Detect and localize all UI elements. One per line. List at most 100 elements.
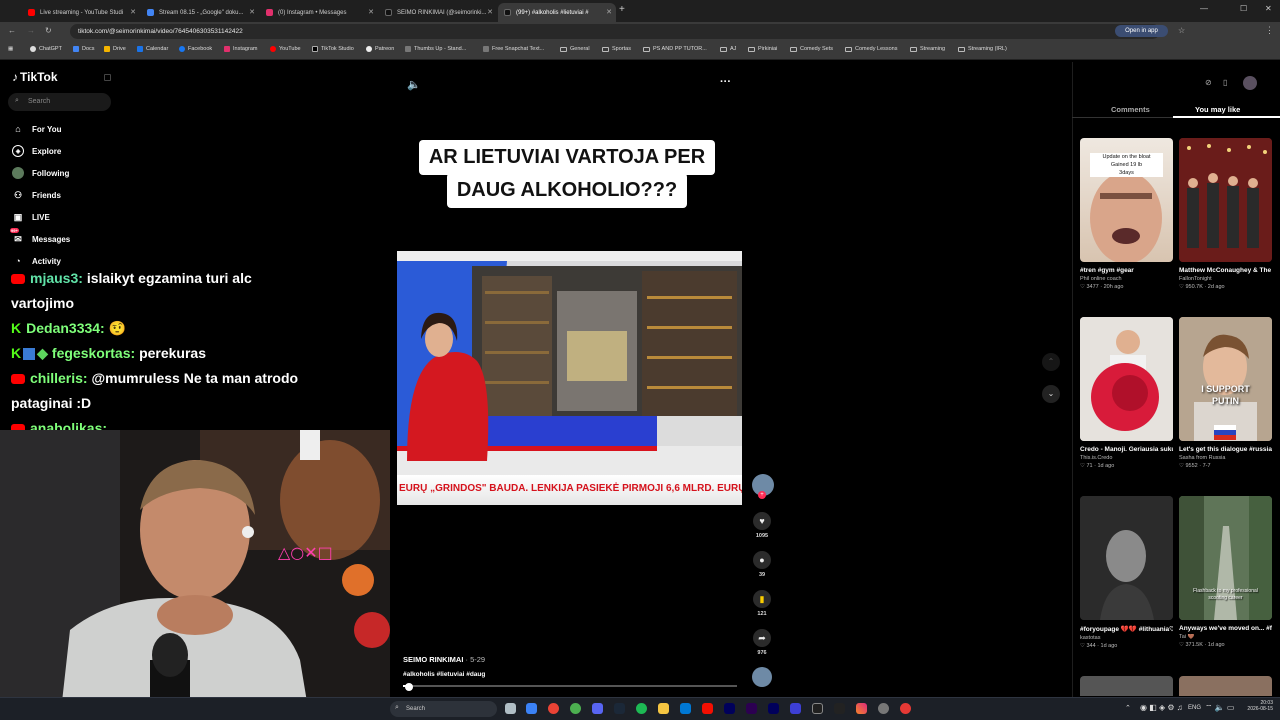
- store-icon[interactable]: [680, 703, 691, 714]
- menu-dots-icon[interactable]: ⋮: [1265, 25, 1274, 36]
- network-volume-icons[interactable]: ⌔ 🔈 ▭: [1205, 703, 1235, 713]
- close-tab-icon[interactable]: ✕: [368, 8, 374, 16]
- tray-chevron-icon[interactable]: ⌃: [1125, 704, 1131, 712]
- like-button[interactable]: ♥ 1095: [752, 512, 772, 539]
- bookmark-calendar[interactable]: Calendar: [137, 46, 168, 52]
- nav-explore[interactable]: ◈ Explore: [12, 145, 61, 157]
- nav-live[interactable]: ▣ LIVE: [12, 211, 50, 223]
- back-icon[interactable]: ←: [8, 26, 16, 35]
- language-indicator[interactable]: ENG: [1188, 705, 1201, 711]
- bookmark-folder-general[interactable]: General: [560, 46, 590, 52]
- bookmark-folder-comedy-lessons[interactable]: Comedy Lessons: [845, 46, 898, 52]
- video-card[interactable]: I SUPPORT PUTIN Let's get this dialogue …: [1179, 317, 1272, 469]
- comment-button[interactable]: ● 39: [752, 551, 772, 578]
- nav-friends[interactable]: ⚇ Friends: [12, 189, 61, 201]
- browser-tab-active-video[interactable]: (99+) #alkoholis #lietuviai # ✕: [498, 3, 616, 22]
- after-effects-icon[interactable]: [724, 703, 735, 714]
- browser-tab-youtube-studio[interactable]: Live streaming - YouTube Studi ✕: [22, 3, 140, 22]
- open-in-app-button[interactable]: Open in app: [1115, 25, 1168, 37]
- search-input[interactable]: ⌕ Search: [8, 93, 111, 111]
- follow-plus-icon[interactable]: +: [758, 491, 766, 499]
- tab-comments[interactable]: Comments: [1111, 105, 1150, 114]
- bookmark-patreon[interactable]: Patreon: [366, 46, 394, 52]
- close-tab-icon[interactable]: ✕: [487, 8, 493, 16]
- bookmark-facebook[interactable]: Facebook: [179, 46, 212, 52]
- nav-messages[interactable]: ✉ 99+ Messages: [10, 228, 70, 245]
- apps-icon[interactable]: ▦: [8, 46, 13, 52]
- steam-icon[interactable]: [614, 703, 625, 714]
- bookmark-folder-sportas[interactable]: Sportas: [602, 46, 631, 52]
- progress-handle[interactable]: [405, 683, 413, 691]
- capcut-icon[interactable]: [834, 703, 845, 714]
- maximize-icon[interactable]: ☐: [1240, 4, 1247, 13]
- nav-activity[interactable]: ◔ Activity: [12, 255, 61, 267]
- bookmark-folder-aj[interactable]: AJ: [720, 46, 736, 52]
- bookmark-tiktok-studio[interactable]: TikTok Studio: [312, 46, 354, 52]
- phone-icon[interactable]: ▯: [1223, 78, 1227, 87]
- bookmark-drive[interactable]: Drive: [104, 46, 126, 52]
- video-hashtags[interactable]: #alkoholis #lietuviai #daug: [403, 671, 485, 678]
- tiktok-logo[interactable]: ♪ TikTok: [12, 70, 58, 84]
- video-card[interactable]: Flashback to my professional scooting ca…: [1179, 496, 1272, 648]
- forward-icon[interactable]: →: [27, 26, 35, 35]
- video-card[interactable]: Matthew McConaughey & The Last Bison... …: [1179, 138, 1272, 290]
- bookmark-thumbs-up[interactable]: Thumbs Up - Stand...: [405, 46, 466, 52]
- premiere-icon[interactable]: [768, 703, 779, 714]
- bookmark-folder-comedy-sets[interactable]: Comedy Sets: [790, 46, 833, 52]
- next-video-icon[interactable]: ⌄: [1042, 385, 1060, 403]
- save-button[interactable]: ▮ 121: [752, 590, 772, 617]
- bookmark-free-snapchat[interactable]: Free Snapchat Text...: [483, 46, 544, 52]
- nav-for-you[interactable]: ⌂ For You: [12, 123, 61, 135]
- discord-icon[interactable]: [592, 703, 603, 714]
- video-thumbnail[interactable]: [1179, 676, 1272, 696]
- edge-icon[interactable]: [570, 703, 581, 714]
- browser-tab-seimo-rinkimai[interactable]: SEIMO RINKIMAI (@seimorinki... ✕: [379, 3, 497, 22]
- task-view-icon[interactable]: [505, 703, 516, 714]
- url-input[interactable]: tiktok.com/@seimorinkimai/video/76454063…: [70, 24, 1160, 39]
- collapse-sidebar-icon[interactable]: [104, 74, 111, 81]
- close-tab-icon[interactable]: ✕: [130, 8, 136, 16]
- volume-icon[interactable]: 🔈: [407, 78, 421, 91]
- record-icon[interactable]: [900, 703, 911, 714]
- nav-following[interactable]: Following: [12, 167, 69, 179]
- clock[interactable]: 20:03 2026-08-15: [1243, 700, 1273, 712]
- bookmark-star-icon[interactable]: ☆: [1178, 26, 1185, 35]
- tab-you-may-like[interactable]: You may like: [1195, 105, 1240, 114]
- sound-disc-button[interactable]: [752, 667, 772, 687]
- app-icon[interactable]: [878, 703, 889, 714]
- acrobat-icon[interactable]: [702, 703, 713, 714]
- bookmark-docs[interactable]: Docs: [73, 46, 95, 52]
- video-card[interactable]: #foryoupage 💔💔 #lithuania♡ #whydotas kas…: [1080, 496, 1173, 649]
- spotify-icon[interactable]: [636, 703, 647, 714]
- browser-tab-google-docs[interactable]: Stream 08.15 - „Google" doku... ✕: [141, 3, 259, 22]
- browser-tab-instagram[interactable]: (0) Instagram • Messages ✕: [260, 3, 378, 22]
- bookmark-folder-streaming[interactable]: Streaming: [910, 46, 945, 52]
- copilot-icon[interactable]: [526, 703, 537, 714]
- reload-icon[interactable]: ↻: [45, 26, 52, 35]
- taskbar-search[interactable]: ⌕ Search: [390, 701, 497, 717]
- bookmark-folder-ps-pp[interactable]: PS AND PP TUTOR...: [643, 46, 707, 52]
- bookmark-instagram[interactable]: Instagram: [224, 46, 257, 52]
- video-progress-bar[interactable]: [403, 685, 737, 687]
- author-avatar-button[interactable]: +: [752, 474, 774, 499]
- new-tab-icon[interactable]: +: [619, 4, 625, 15]
- video-card[interactable]: Credo - Manoji. Geriausia sukurta dain..…: [1080, 317, 1173, 469]
- bookmark-youtube[interactable]: YouTube: [270, 46, 301, 52]
- tray-icons[interactable]: ◉ ◧ ◈ ⚙ ♫: [1140, 703, 1183, 712]
- close-tab-icon[interactable]: ✕: [249, 8, 255, 16]
- media-encoder-icon[interactable]: [790, 703, 801, 714]
- obs-icon[interactable]: [812, 703, 823, 714]
- keyboard-icon[interactable]: ⊘: [1205, 78, 1212, 87]
- bookmark-chatgpt[interactable]: ChatGPT: [30, 46, 62, 52]
- video-thumbnail[interactable]: [1080, 676, 1173, 696]
- minimize-icon[interactable]: —: [1200, 4, 1208, 13]
- bookmark-folder-streaming-irl[interactable]: Streaming (IRL): [958, 46, 1007, 52]
- bookmark-folder-pirkiniai[interactable]: Pirkiniai: [748, 46, 777, 52]
- profile-avatar[interactable]: [1243, 76, 1257, 90]
- instagram-app-icon[interactable]: [856, 703, 867, 714]
- audition-icon[interactable]: [746, 703, 757, 714]
- close-tab-icon[interactable]: ✕: [606, 8, 612, 16]
- chrome-icon[interactable]: [548, 703, 559, 714]
- video-card[interactable]: Update on the bloat Gained 19 lb 3days #…: [1080, 138, 1173, 290]
- more-options-icon[interactable]: ···: [720, 76, 731, 88]
